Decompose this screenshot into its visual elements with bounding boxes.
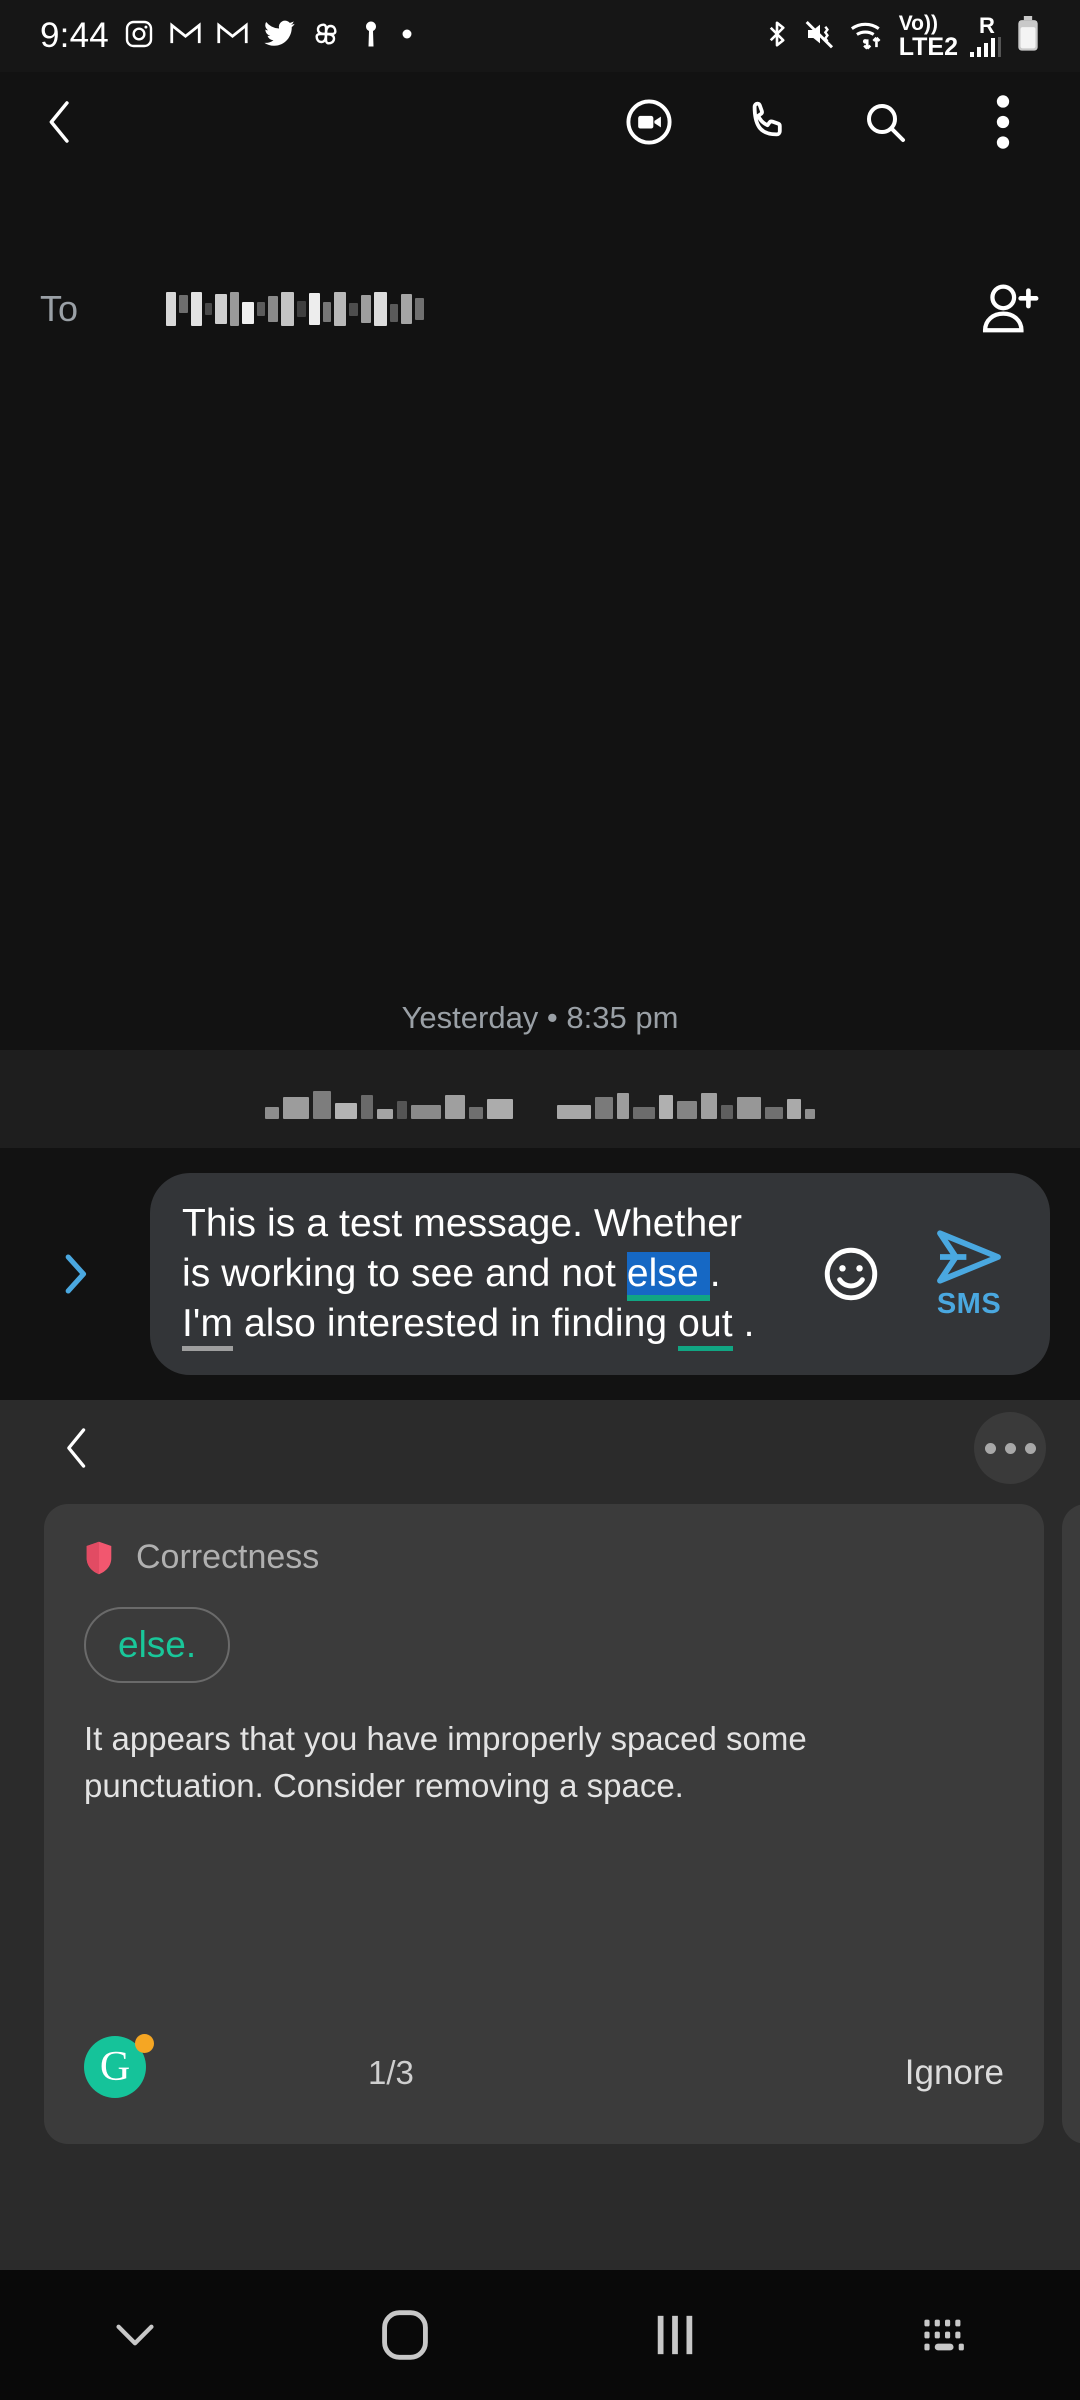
video-call-button[interactable] bbox=[590, 72, 708, 172]
home-icon bbox=[382, 2310, 428, 2360]
expand-actions-button[interactable] bbox=[0, 1148, 150, 1400]
send-button[interactable]: SMS bbox=[914, 1228, 1024, 1321]
more-options-icon-dot2 bbox=[1004, 1442, 1016, 1454]
recipient-name-redacted[interactable] bbox=[166, 287, 425, 331]
back-chevron-icon bbox=[67, 1428, 86, 1468]
app-icon bbox=[356, 18, 386, 55]
pinwheel-icon bbox=[310, 18, 342, 55]
phone-call-icon bbox=[752, 101, 782, 137]
status-bar-clock: 9:44 bbox=[40, 16, 109, 55]
lte-label: LTE2 bbox=[898, 32, 958, 61]
wifi-icon bbox=[848, 17, 888, 56]
message-line-2-suffix: . bbox=[709, 1252, 721, 1295]
nav-home-button[interactable] bbox=[270, 2309, 540, 2361]
to-label: To bbox=[40, 288, 79, 329]
redacted-text-blocks bbox=[265, 1079, 815, 1119]
flagged-word-im[interactable]: I'm bbox=[182, 1302, 234, 1351]
overflow-menu-button[interactable] bbox=[944, 72, 1062, 172]
search-icon bbox=[867, 104, 905, 142]
selected-word-else[interactable]: else bbox=[626, 1252, 710, 1301]
compose-bar: This is a test message. Whether is worki… bbox=[0, 1148, 1080, 1400]
add-person-icon bbox=[982, 284, 1039, 333]
shield-icon bbox=[86, 1541, 112, 1574]
grammarly-card-next-peek[interactable] bbox=[1062, 1504, 1080, 2144]
message-thread: Yesterday • 8:35 pm bbox=[0, 370, 1080, 1050]
ignore-button[interactable]: Ignore bbox=[905, 2053, 1004, 2093]
grammarly-back-button[interactable] bbox=[42, 1413, 112, 1483]
phone-call-button[interactable] bbox=[708, 72, 826, 172]
vibrate-mute-icon bbox=[803, 18, 837, 55]
nav-keyboard-switch-button[interactable] bbox=[810, 2316, 1080, 2354]
overflow-menu-icon bbox=[996, 95, 1010, 149]
roaming-signal-icon: R bbox=[969, 15, 1005, 57]
send-label: SMS bbox=[936, 1287, 1002, 1320]
toolbar-back-button[interactable] bbox=[0, 96, 120, 148]
bluetooth-icon bbox=[762, 17, 792, 56]
volte-lte2-icon: Vo)) LTE2 bbox=[899, 13, 958, 60]
app-toolbar bbox=[0, 72, 1080, 172]
emoji-smiley-icon bbox=[824, 1247, 878, 1301]
suggestion-category-label: Correctness bbox=[136, 1538, 320, 1576]
suggestion-explanation: It appears that you have improperly spac… bbox=[84, 1720, 807, 1804]
send-arrow-icon bbox=[937, 1229, 1001, 1284]
message-line-1: This is a test message. Whether bbox=[182, 1202, 743, 1245]
status-bar-right: Vo)) LTE2 R bbox=[762, 13, 1040, 60]
instagram-icon bbox=[123, 18, 155, 55]
back-chevron-icon bbox=[49, 101, 69, 143]
message-line-3-mid: also interested in finding bbox=[233, 1302, 679, 1345]
video-call-icon bbox=[626, 99, 672, 145]
grammarly-premium-dot-icon bbox=[135, 2034, 154, 2053]
recent-apps-icon bbox=[657, 2315, 693, 2355]
phone-screen: 9:44 Vo)) LTE2 R To Yesterday • 8:35 pm … bbox=[0, 0, 1080, 2400]
dot-icon bbox=[400, 27, 414, 46]
system-nav-bar bbox=[0, 2270, 1080, 2400]
compose-actions: SMS bbox=[816, 1173, 1024, 1375]
suggestion-chip[interactable]: else. bbox=[84, 1607, 231, 1683]
more-options-icon-dot3 bbox=[1024, 1442, 1036, 1454]
toolbar-actions bbox=[590, 72, 1080, 172]
nav-recents-button[interactable] bbox=[540, 2313, 810, 2357]
nav-back-button[interactable] bbox=[0, 2318, 270, 2352]
roaming-label: R bbox=[979, 13, 995, 38]
status-bar-left: 9:44 bbox=[40, 16, 414, 56]
volte-label: Vo)) bbox=[898, 11, 938, 35]
message-line-3-suffix: . bbox=[732, 1302, 755, 1345]
grammarly-more-button[interactable] bbox=[974, 1412, 1046, 1484]
suggestion-counter: 1/3 bbox=[368, 2054, 414, 2091]
add-person-button[interactable] bbox=[982, 283, 1040, 335]
expand-chevron-right-icon bbox=[65, 1254, 87, 1294]
battery-icon bbox=[1016, 15, 1040, 57]
search-button[interactable] bbox=[826, 72, 944, 172]
grammarly-panel: Correctness else. It appears that you ha… bbox=[0, 1400, 1080, 2400]
message-line-2-prefix: is working to see and not bbox=[182, 1252, 627, 1295]
keyboard-dismiss-chevron-icon bbox=[116, 2324, 154, 2346]
incoming-message-redacted[interactable] bbox=[0, 1050, 1080, 1148]
gmail-icon-2 bbox=[216, 17, 249, 55]
message-input[interactable]: This is a test message. Whether is worki… bbox=[150, 1173, 1050, 1375]
emoji-button[interactable] bbox=[816, 1239, 886, 1309]
suggestion-category-row: Correctness bbox=[84, 1538, 1004, 1577]
recipient-row: To bbox=[0, 248, 1080, 370]
grammarly-logo[interactable]: G bbox=[84, 2034, 158, 2110]
day-timestamp: Yesterday • 8:35 pm bbox=[401, 1000, 679, 1035]
message-input-text: This is a test message. Whether is worki… bbox=[182, 1199, 782, 1351]
gmail-icon bbox=[169, 17, 202, 55]
more-options-icon bbox=[984, 1442, 996, 1454]
grammarly-panel-header bbox=[0, 1400, 1080, 1496]
message-line-2: is working to see and not else . bbox=[182, 1249, 782, 1301]
message-line-3: I'm also interested in finding out . bbox=[182, 1299, 782, 1351]
status-bar: 9:44 Vo)) LTE2 R bbox=[0, 0, 1080, 72]
keyboard-switcher-icon bbox=[924, 2319, 964, 2351]
grammarly-card-footer: G 1/3 Ignore bbox=[84, 2034, 1004, 2110]
grammarly-suggestion-card: Correctness else. It appears that you ha… bbox=[44, 1504, 1044, 2144]
flagged-word-out[interactable]: out bbox=[678, 1302, 733, 1351]
twitter-icon bbox=[263, 17, 296, 55]
